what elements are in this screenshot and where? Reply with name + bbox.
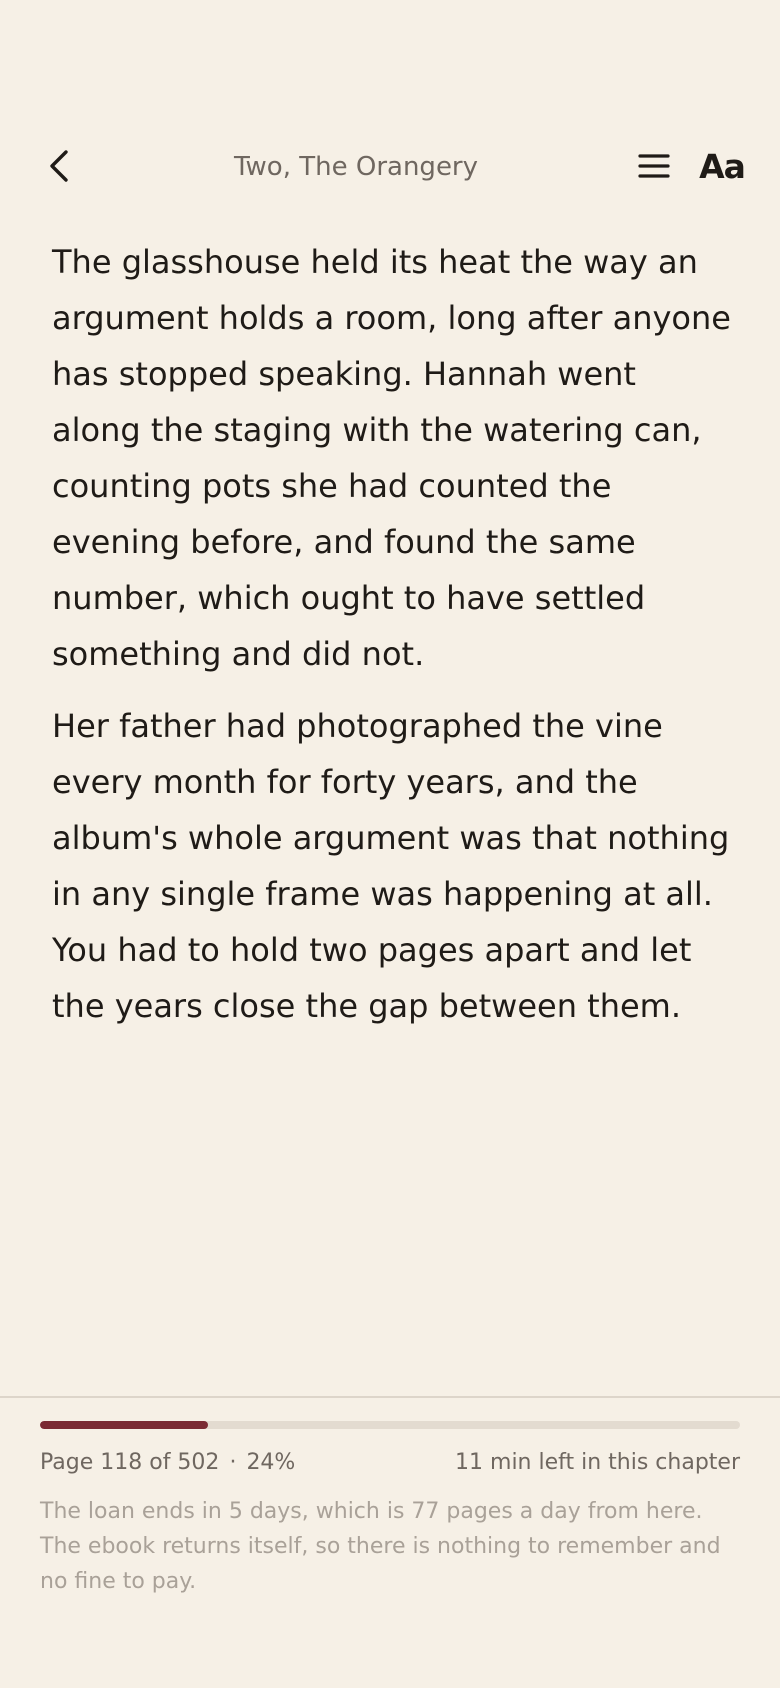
hamburger-menu-icon bbox=[638, 154, 670, 178]
table-of-contents-button[interactable] bbox=[634, 146, 674, 186]
separator-dot: · bbox=[229, 1450, 237, 1475]
back-button[interactable] bbox=[40, 146, 80, 186]
paragraph: The glasshouse held its heat the way an … bbox=[52, 243, 731, 673]
reading-progress-fill bbox=[40, 1421, 208, 1429]
page-info: Page 118 of 502 · 24% bbox=[40, 1450, 295, 1475]
font-settings-button[interactable]: Aa bbox=[698, 146, 746, 186]
loan-note: The loan ends in 5 days, which is 77 pag… bbox=[40, 1499, 721, 1594]
page-number: Page 118 of 502 bbox=[40, 1450, 220, 1475]
chapter-time-left: 11 min left in this chapter bbox=[455, 1450, 740, 1475]
chevron-left-icon bbox=[50, 150, 68, 182]
chapter-title: Two, The Orangery bbox=[233, 152, 479, 182]
reading-progress-bar[interactable] bbox=[40, 1421, 740, 1429]
percent-read: 24% bbox=[246, 1450, 296, 1475]
reader-header: Two, The Orangery Aa bbox=[0, 140, 780, 192]
footer-divider bbox=[0, 1396, 780, 1398]
reading-text: The glasshouse held its heat the way an … bbox=[52, 234, 732, 1050]
paragraph: Her father had photographed the vine eve… bbox=[52, 707, 730, 1025]
